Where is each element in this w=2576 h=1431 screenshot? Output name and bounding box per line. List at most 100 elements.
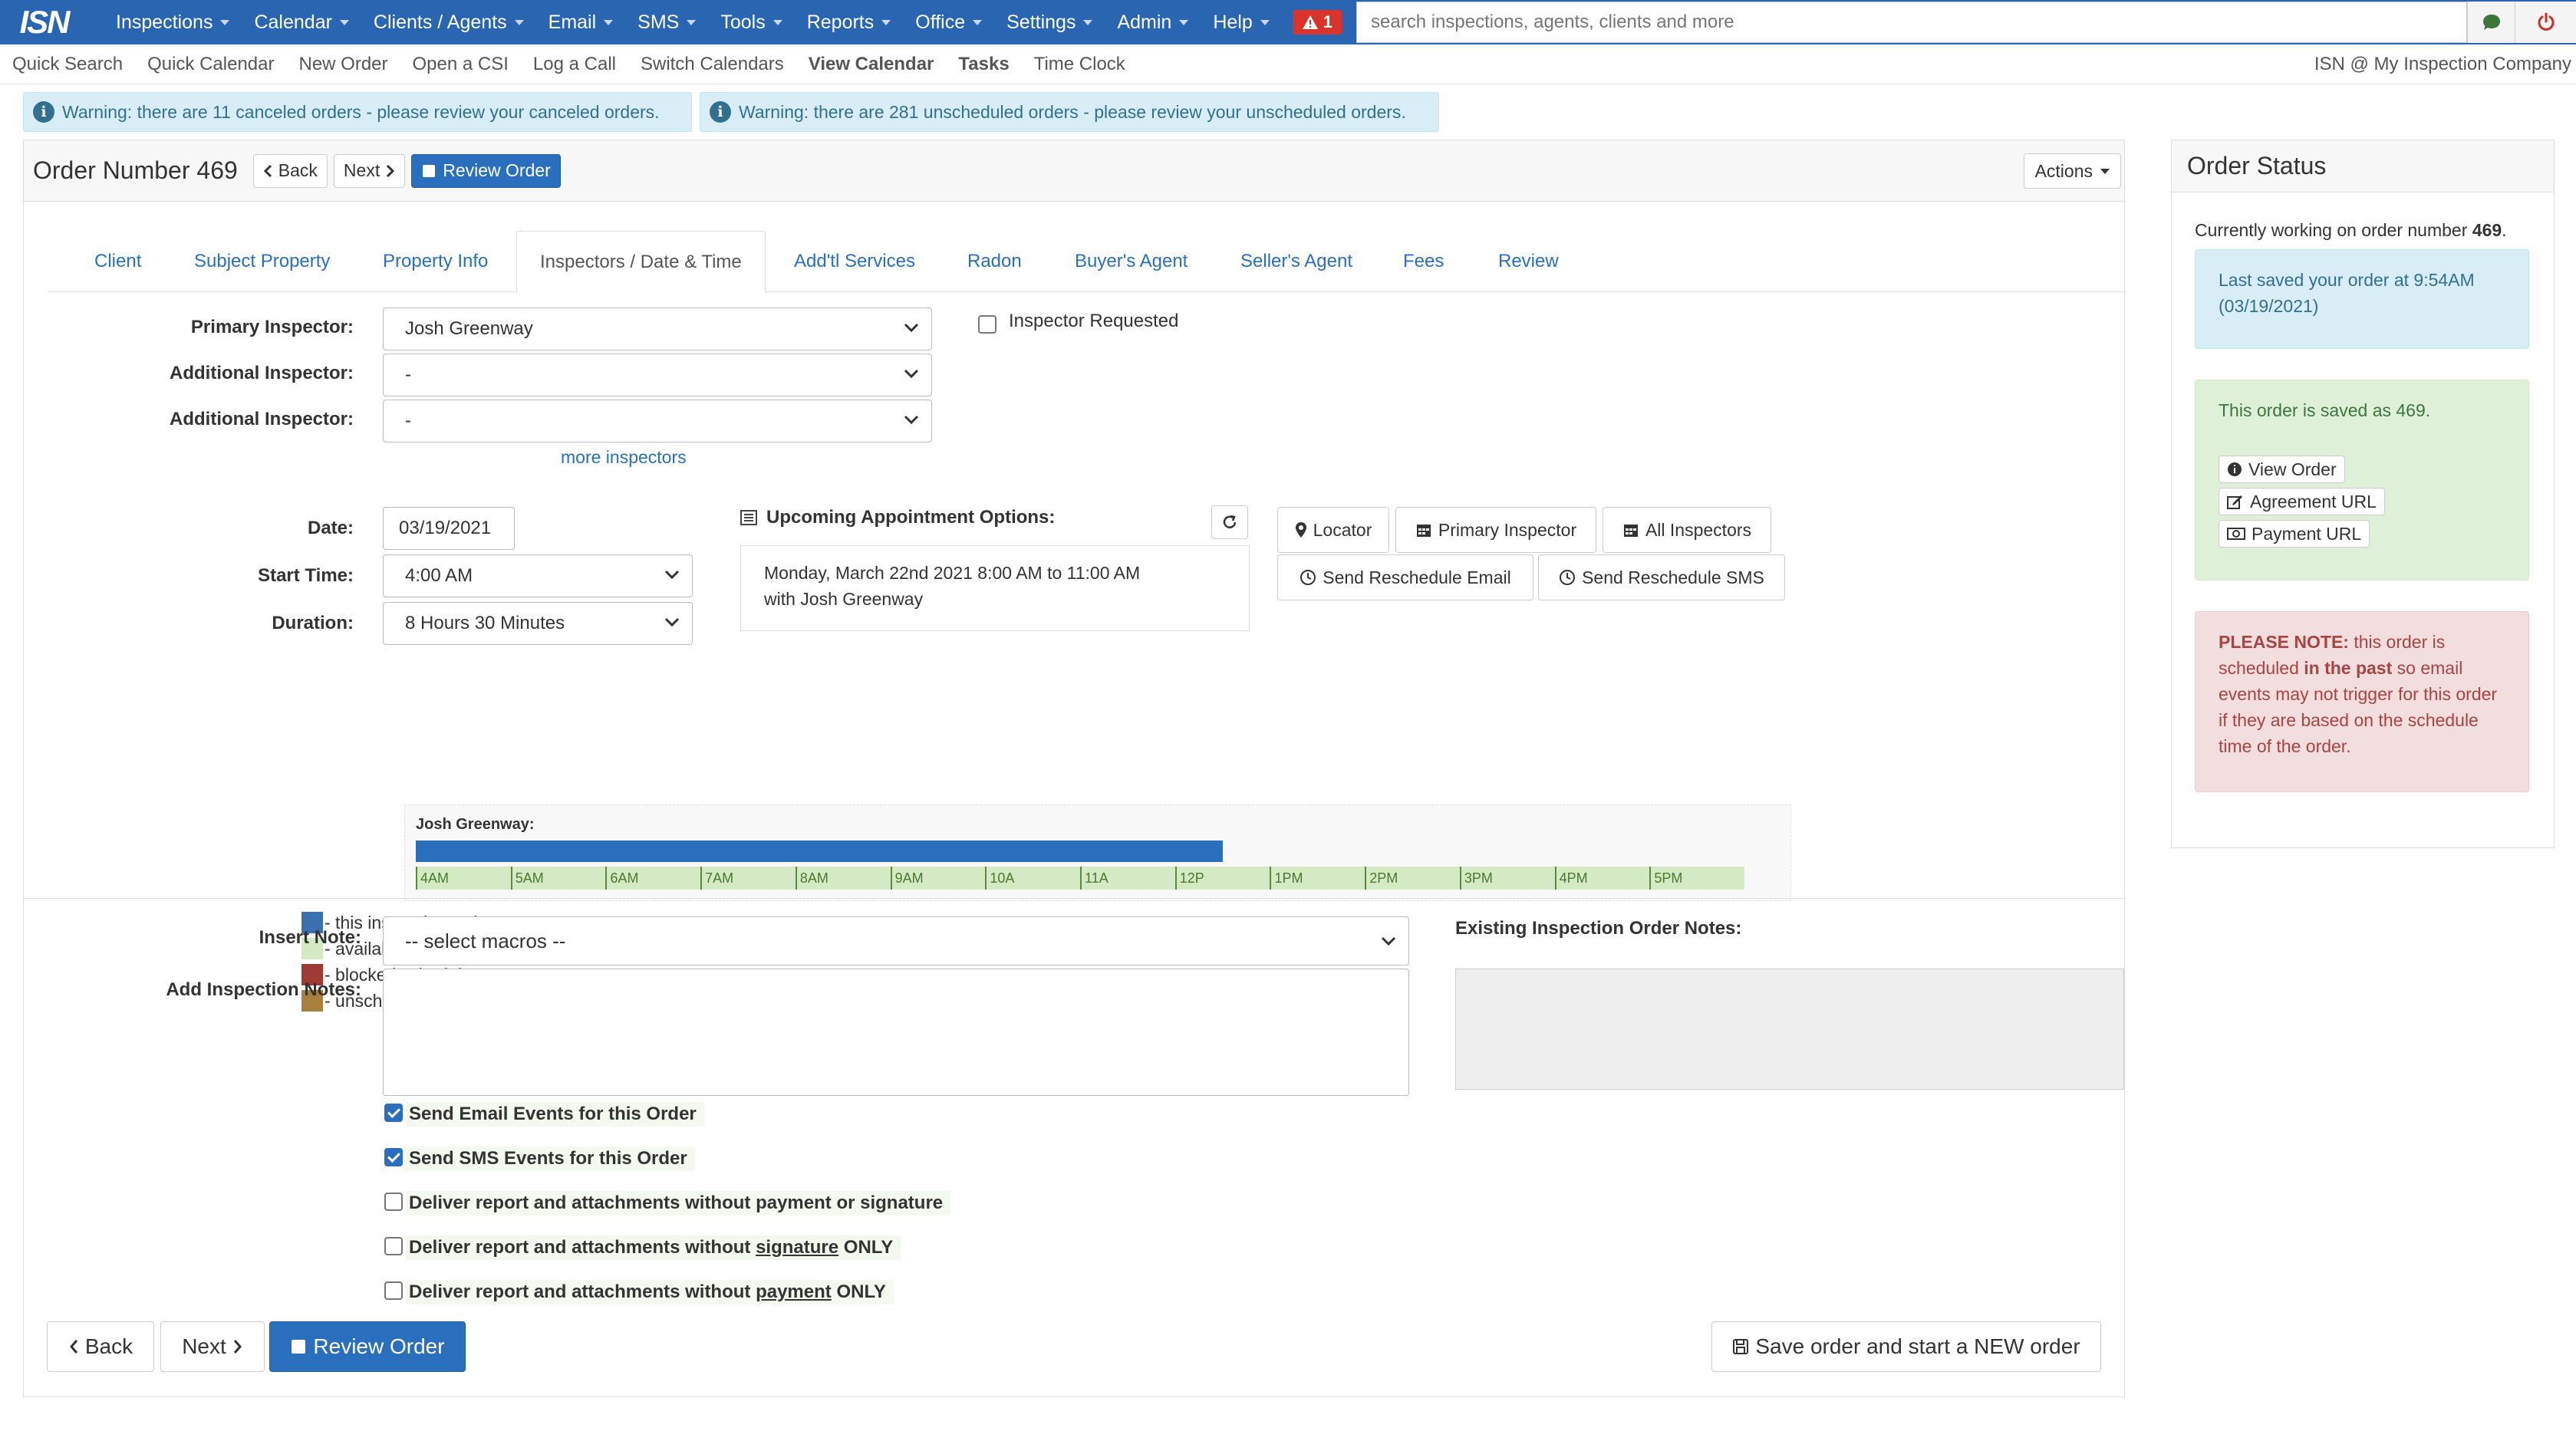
deliver-no-payment-signature-label: Deliver report and attachments without p… bbox=[406, 1191, 950, 1216]
menu-admin[interactable]: Admin bbox=[1105, 0, 1201, 44]
canceled-orders-warning[interactable]: i Warning: there are 11 canceled orders … bbox=[23, 92, 692, 132]
insert-note-label: Insert Note: bbox=[116, 927, 361, 949]
chat-button[interactable] bbox=[2467, 2, 2515, 43]
refresh-appointments-button[interactable] bbox=[1211, 505, 1248, 539]
current-order-text: Currently working on order number 469. bbox=[2195, 220, 2507, 241]
inspector-requested-checkbox[interactable] bbox=[978, 315, 996, 334]
global-search-input[interactable] bbox=[1356, 2, 2467, 43]
date-input[interactable]: 03/19/2021 bbox=[383, 507, 515, 550]
locator-button[interactable]: Locator bbox=[1277, 507, 1389, 553]
actions-dropdown[interactable]: Actions bbox=[2024, 153, 2121, 189]
logout-button[interactable] bbox=[2515, 2, 2576, 43]
tab-fees[interactable]: Fees bbox=[1403, 231, 1444, 292]
chat-bubble-icon bbox=[2482, 13, 2502, 31]
menu-inspections[interactable]: Inspections bbox=[104, 0, 242, 44]
back-button[interactable]: Back bbox=[253, 154, 328, 188]
order-panel: Order Number 469 Back Next Review Order … bbox=[23, 140, 2125, 1397]
footer-back-button[interactable]: Back bbox=[47, 1321, 154, 1372]
chevron-down-icon bbox=[904, 368, 919, 379]
agreement-url-button[interactable]: Agreement URL bbox=[2219, 488, 2385, 515]
chevron-down-icon bbox=[1381, 936, 1396, 946]
new-order-link[interactable]: New Order bbox=[286, 54, 400, 75]
timeline-hours: 4AM 5AM 6AM 7AM 8AM 9AM 10A 11A 12P 1PM … bbox=[416, 867, 1744, 890]
inspection-notes-textarea[interactable] bbox=[383, 969, 1409, 1096]
additional-inspector-select-2[interactable]: - bbox=[383, 400, 932, 442]
primary-inspector-select[interactable]: Josh Greenway bbox=[383, 308, 932, 350]
all-inspectors-calendar-button[interactable]: All Inspectors bbox=[1603, 507, 1771, 553]
refresh-icon bbox=[1221, 514, 1238, 531]
tab-client[interactable]: Client bbox=[94, 231, 141, 292]
tab-property-info[interactable]: Property Info bbox=[383, 231, 488, 292]
chevron-down-icon bbox=[904, 322, 919, 333]
menu-help[interactable]: Help bbox=[1201, 0, 1281, 44]
more-inspectors-link[interactable]: more inspectors bbox=[561, 447, 687, 468]
footer-review-order-button[interactable]: Review Order bbox=[269, 1321, 466, 1372]
hour-tick: 7AM bbox=[700, 867, 796, 890]
switch-calendars-link[interactable]: Switch Calendars bbox=[628, 54, 796, 75]
tab-buyers-agent[interactable]: Buyer's Agent bbox=[1075, 231, 1188, 292]
review-order-button[interactable]: Review Order bbox=[411, 154, 561, 188]
tab-subject-property[interactable]: Subject Property bbox=[194, 231, 330, 292]
footer-next-button[interactable]: Next bbox=[160, 1321, 265, 1372]
send-reschedule-email-button[interactable]: Send Reschedule Email bbox=[1277, 554, 1533, 600]
isn-logo[interactable]: ISN bbox=[0, 0, 88, 44]
menu-calendar[interactable]: Calendar bbox=[242, 0, 361, 44]
sms-events-checkbox[interactable] bbox=[384, 1148, 403, 1166]
calendar-icon bbox=[1415, 521, 1432, 538]
send-reschedule-sms-button[interactable]: Send Reschedule SMS bbox=[1538, 554, 1785, 600]
next-button[interactable]: Next bbox=[334, 154, 405, 188]
time-clock-link[interactable]: Time Clock bbox=[1022, 54, 1138, 75]
view-calendar-link[interactable]: View Calendar bbox=[796, 54, 947, 75]
appointment-inspector: with Josh Greenway bbox=[764, 586, 1226, 612]
menu-settings[interactable]: Settings bbox=[994, 0, 1105, 44]
caret-down-icon bbox=[1179, 20, 1188, 25]
deliver-no-signature-checkbox[interactable] bbox=[384, 1237, 403, 1255]
menu-reports[interactable]: Reports bbox=[795, 0, 904, 44]
hour-tick: 2PM bbox=[1365, 867, 1460, 890]
menu-sms[interactable]: SMS bbox=[625, 0, 708, 44]
log-call-link[interactable]: Log a Call bbox=[521, 54, 628, 75]
payment-url-button[interactable]: Payment URL bbox=[2219, 520, 2370, 548]
tab-sellers-agent[interactable]: Seller's Agent bbox=[1240, 231, 1352, 292]
alert-badge[interactable]: 1 bbox=[1293, 10, 1342, 35]
menu-clients-agents[interactable]: Clients / Agents bbox=[361, 0, 536, 44]
order-tabs: Client Subject Property Property Info In… bbox=[48, 231, 2126, 292]
appointment-time: Monday, March 22nd 2021 8:00 AM to 11:00… bbox=[764, 560, 1226, 586]
this-inspection-order-bar[interactable] bbox=[416, 841, 1223, 862]
additional-inspector-select-1[interactable]: - bbox=[383, 354, 932, 396]
warning-triangle-icon bbox=[1302, 15, 1319, 30]
start-time-select[interactable]: 4:00 AM bbox=[383, 554, 693, 597]
menu-tools[interactable]: Tools bbox=[708, 0, 794, 44]
primary-inspector-calendar-button[interactable]: Primary Inspector bbox=[1395, 507, 1596, 553]
clock-icon bbox=[1300, 569, 1316, 586]
menu-office[interactable]: Office bbox=[903, 0, 994, 44]
tab-addtl-services[interactable]: Add'tl Services bbox=[794, 231, 915, 292]
quick-search-link[interactable]: Quick Search bbox=[0, 54, 135, 75]
unscheduled-orders-warning[interactable]: i Warning: there are 281 unscheduled ord… bbox=[700, 92, 1439, 132]
appointment-option[interactable]: Monday, March 22nd 2021 8:00 AM to 11:00… bbox=[740, 545, 1250, 631]
map-marker-icon bbox=[1295, 521, 1307, 538]
email-events-checkbox[interactable] bbox=[384, 1104, 403, 1122]
deliver-no-payment-signature-checkbox[interactable] bbox=[384, 1192, 403, 1211]
note-macros-select[interactable]: -- select macros -- bbox=[383, 916, 1409, 966]
open-csi-link[interactable]: Open a CSI bbox=[400, 54, 521, 75]
deliver-no-payment-checkbox[interactable] bbox=[384, 1281, 403, 1300]
order-status-panel: Order Status Currently working on order … bbox=[2171, 140, 2555, 848]
tab-inspectors-date-time[interactable]: Inspectors / Date & Time bbox=[516, 231, 766, 293]
view-order-button[interactable]: View Order bbox=[2219, 456, 2345, 483]
save-and-new-order-button[interactable]: Save order and start a NEW order bbox=[1711, 1321, 2101, 1372]
menu-email[interactable]: Email bbox=[536, 0, 626, 44]
duration-select[interactable]: 8 Hours 30 Minutes bbox=[383, 602, 693, 645]
additional-inspector-label: Additional Inspector: bbox=[116, 409, 354, 430]
tab-review[interactable]: Review bbox=[1498, 231, 1559, 292]
tasks-link[interactable]: Tasks bbox=[946, 54, 1021, 75]
chevron-right-icon bbox=[386, 164, 395, 178]
tab-radon[interactable]: Radon bbox=[967, 231, 1022, 292]
quick-calendar-link[interactable]: Quick Calendar bbox=[135, 54, 286, 75]
caret-down-icon bbox=[881, 20, 891, 25]
hour-tick: 10A bbox=[985, 867, 1080, 890]
order-links: View Order Agreement URL Payment URL bbox=[2219, 451, 2505, 548]
hour-tick: 4AM bbox=[416, 867, 511, 890]
list-icon bbox=[740, 510, 757, 525]
checkbox-icon bbox=[421, 163, 436, 179]
